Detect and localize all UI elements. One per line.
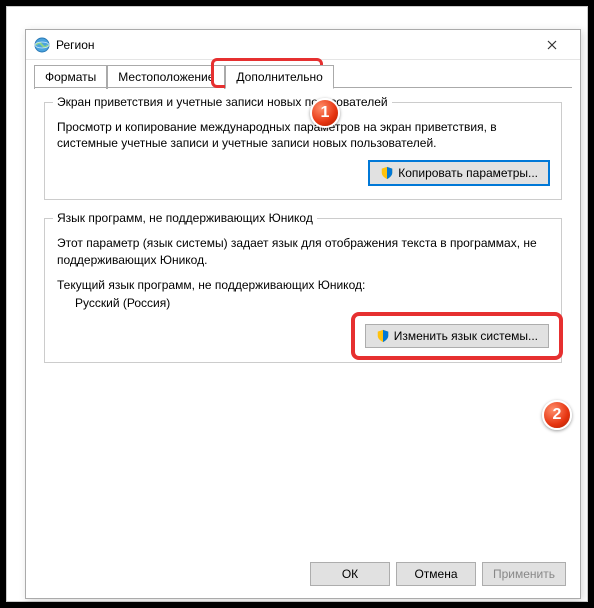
- tab-location[interactable]: Местоположение: [107, 65, 225, 89]
- change-system-locale-button[interactable]: Изменить язык системы...: [365, 324, 549, 348]
- apply-button[interactable]: Применить: [482, 562, 566, 586]
- region-dialog: Регион Форматы Местоположение Дополнител…: [25, 29, 581, 599]
- dialog-footer: ОК Отмена Применить: [310, 562, 566, 586]
- cancel-button[interactable]: Отмена: [396, 562, 476, 586]
- group-welcome-desc: Просмотр и копирование международных пар…: [57, 119, 549, 151]
- shield-icon: [380, 166, 394, 180]
- ok-button[interactable]: ОК: [310, 562, 390, 586]
- close-icon: [547, 40, 557, 50]
- copy-settings-label: Копировать параметры...: [398, 166, 538, 180]
- copy-settings-button[interactable]: Копировать параметры...: [369, 161, 549, 185]
- tab-advanced[interactable]: Дополнительно: [225, 65, 333, 89]
- close-button[interactable]: [532, 31, 572, 59]
- window-title: Регион: [56, 38, 532, 52]
- group-nonunicode-legend: Язык программ, не поддерживающих Юникод: [53, 211, 317, 225]
- tab-formats[interactable]: Форматы: [34, 65, 107, 89]
- outer-frame: Регион Форматы Местоположение Дополнител…: [6, 6, 588, 602]
- current-locale-value: Русский (Россия): [75, 296, 549, 310]
- annotation-marker-2: 2: [542, 400, 572, 430]
- titlebar: Регион: [26, 30, 580, 60]
- shield-icon: [376, 329, 390, 343]
- change-system-locale-label: Изменить язык системы...: [394, 329, 538, 343]
- tab-content: Экран приветствия и учетные записи новых…: [26, 88, 580, 395]
- group-nonunicode: Язык программ, не поддерживающих Юникод …: [44, 218, 562, 362]
- group-nonunicode-desc: Этот параметр (язык системы) задает язык…: [57, 235, 549, 267]
- current-locale-label: Текущий язык программ, не поддерживающих…: [57, 278, 549, 292]
- group-welcome: Экран приветствия и учетные записи новых…: [44, 102, 562, 200]
- tab-strip: Форматы Местоположение Дополнительно: [26, 60, 580, 88]
- globe-icon: [34, 37, 50, 53]
- group-welcome-legend: Экран приветствия и учетные записи новых…: [53, 95, 392, 109]
